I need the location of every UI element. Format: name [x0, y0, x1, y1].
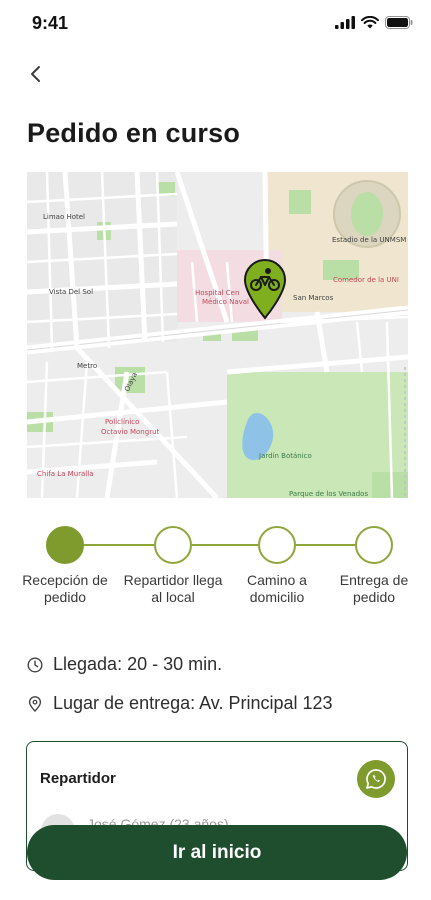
map-label-parque: Parque de los Venados — [289, 490, 369, 498]
status-time: 9:41 — [32, 13, 69, 33]
map-label-chifa: Chifa La Muralla — [37, 470, 94, 478]
map-label-limao: Limao Hotel — [43, 213, 86, 221]
step-label-4: Entrega de pedido — [339, 572, 409, 605]
delivery-text: Lugar de entrega: Av. Principal 123 — [53, 693, 333, 713]
arrival-text: Llegada: 20 - 30 min. — [53, 654, 223, 674]
back-button[interactable] — [22, 60, 50, 88]
arrival-row: Llegada: 20 - 30 min. — [27, 654, 222, 675]
step-circle-2 — [154, 526, 192, 564]
step-connector — [192, 544, 258, 546]
step-circle-3 — [258, 526, 296, 564]
step-connector — [296, 544, 355, 546]
step-label-1: Recepción de pedido — [22, 572, 108, 605]
status-icons — [335, 16, 413, 29]
go-home-button[interactable]: Ir al inicio — [27, 825, 407, 880]
driver-location-pin[interactable] — [241, 258, 289, 320]
map-label-jardin: Jardín Botánico — [259, 452, 312, 460]
map-label-policlinico: Policlínico — [105, 418, 140, 426]
page-title: Pedido en curso — [27, 118, 241, 148]
step-label-2: Repartidor llega al local — [123, 572, 223, 605]
wifi-icon — [361, 16, 379, 29]
map-label-metro: Metro — [77, 362, 98, 370]
step-label-3: Camino a domicilio — [247, 572, 307, 605]
driver-card-title: Repartidor — [40, 770, 116, 787]
clock-icon — [27, 656, 43, 673]
step-connector — [84, 544, 154, 546]
order-progress: Recepción de pedido Repartidor llega al l… — [22, 522, 417, 612]
delivery-map[interactable]: Limao Hotel Estadio de la UNMSM Vista De… — [27, 172, 408, 498]
map-label-comedor: Comedor de la UNI — [333, 276, 399, 284]
map-label-hospital: Hospital Cen — [195, 289, 240, 297]
battery-icon — [385, 16, 413, 29]
status-bar: 9:41 — [0, 0, 431, 48]
whatsapp-icon — [366, 769, 386, 789]
map-label-estadio: Estadio de la UNMSM — [332, 236, 407, 244]
location-pin-icon — [27, 695, 43, 712]
map-label-vista-del-sol: Vista Del Sol — [49, 288, 94, 296]
signal-icon — [335, 16, 355, 29]
step-circle-4 — [355, 526, 393, 564]
map-label-octavio: Octavio Mongrut — [101, 428, 160, 436]
whatsapp-button[interactable] — [357, 760, 395, 798]
delivery-row: Lugar de entrega: Av. Principal 123 — [27, 693, 333, 714]
chevron-left-icon — [31, 66, 40, 82]
map-label-san-marcos: San Marcos — [293, 294, 334, 302]
step-circle-1 — [46, 526, 84, 564]
